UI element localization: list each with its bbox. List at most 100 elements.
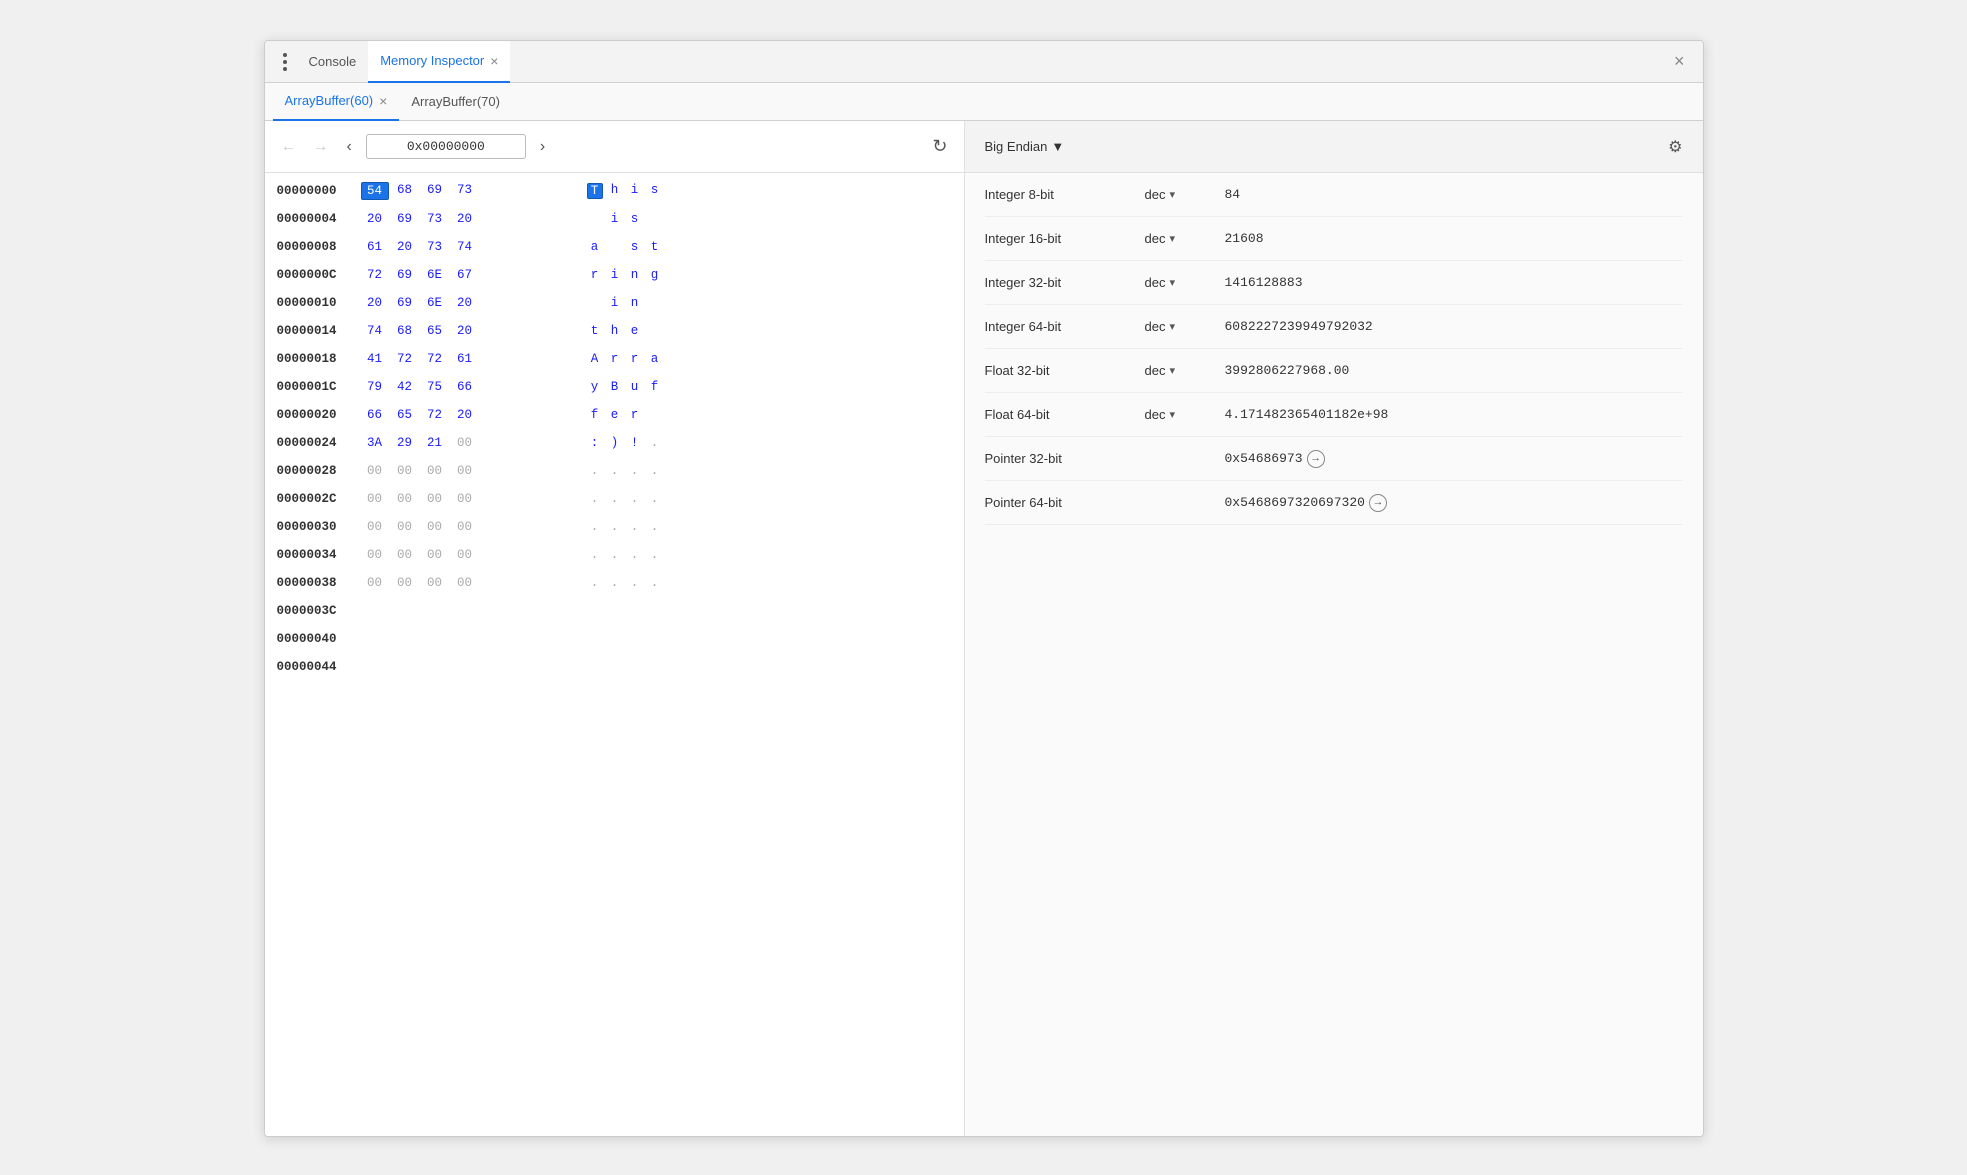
hex-byte[interactable]: 00 xyxy=(421,575,449,591)
ascii-char[interactable]: . xyxy=(587,492,603,506)
hex-byte[interactable]: 6E xyxy=(421,295,449,311)
hex-byte[interactable]: 72 xyxy=(361,267,389,283)
ascii-char[interactable]: . xyxy=(627,548,643,562)
ascii-char[interactable]: . xyxy=(587,548,603,562)
hex-byte[interactable]: 74 xyxy=(361,323,389,339)
hex-byte[interactable]: 42 xyxy=(391,379,419,395)
inspector-pointer-link-ptr32[interactable]: → xyxy=(1307,450,1325,468)
ascii-char[interactable]: e xyxy=(607,408,623,422)
ascii-char[interactable]: . xyxy=(607,492,623,506)
hex-byte[interactable]: 00 xyxy=(421,463,449,479)
ascii-char[interactable]: A xyxy=(587,352,603,366)
close-window-button[interactable]: × xyxy=(1666,51,1693,72)
inspector-format-dropdown-float64[interactable]: ▾ xyxy=(1169,408,1175,421)
hex-byte[interactable]: 00 xyxy=(451,547,479,563)
hex-byte[interactable]: 20 xyxy=(391,239,419,255)
hex-byte[interactable]: 00 xyxy=(391,575,419,591)
ascii-char[interactable]: . xyxy=(607,520,623,534)
hex-byte[interactable]: 00 xyxy=(361,463,389,479)
inspector-format-dropdown-int8[interactable]: ▾ xyxy=(1169,188,1175,201)
ascii-char[interactable]: a xyxy=(587,240,603,254)
ascii-char[interactable]: . xyxy=(607,464,623,478)
hex-byte[interactable]: 20 xyxy=(361,295,389,311)
ascii-char[interactable]: r xyxy=(607,352,623,366)
ascii-char[interactable]: B xyxy=(607,380,623,394)
hex-byte[interactable]: 67 xyxy=(451,267,479,283)
ascii-char[interactable]: g xyxy=(647,268,663,282)
hex-byte[interactable]: 20 xyxy=(451,323,479,339)
ascii-char[interactable]: i xyxy=(607,268,623,282)
hex-byte[interactable]: 6E xyxy=(421,267,449,283)
hex-byte[interactable]: 65 xyxy=(421,323,449,339)
ascii-char[interactable]: s xyxy=(647,183,663,199)
inspector-format-dropdown-float32[interactable]: ▾ xyxy=(1169,364,1175,377)
hex-byte[interactable]: 61 xyxy=(451,351,479,367)
ascii-char[interactable]: s xyxy=(627,212,643,226)
ascii-char[interactable]: r xyxy=(587,268,603,282)
hex-byte[interactable]: 69 xyxy=(391,295,419,311)
ascii-char[interactable]: . xyxy=(627,520,643,534)
ascii-char[interactable]: s xyxy=(627,240,643,254)
hex-byte[interactable]: 69 xyxy=(421,182,449,200)
hex-byte[interactable]: 61 xyxy=(361,239,389,255)
hex-byte[interactable]: 00 xyxy=(451,463,479,479)
hex-byte[interactable]: 00 xyxy=(361,575,389,591)
settings-button[interactable]: ⚙ xyxy=(1668,137,1682,157)
hex-byte[interactable]: 72 xyxy=(421,407,449,423)
ascii-char[interactable]: . xyxy=(587,520,603,534)
inspector-pointer-link-ptr64[interactable]: → xyxy=(1369,494,1387,512)
endian-dropdown-button[interactable]: ▼ xyxy=(1051,139,1064,154)
hex-byte[interactable]: 66 xyxy=(361,407,389,423)
ascii-char[interactable]: n xyxy=(627,296,643,310)
hex-byte[interactable]: 3A xyxy=(361,435,389,451)
hex-byte[interactable]: 68 xyxy=(391,323,419,339)
hex-byte[interactable]: 73 xyxy=(451,182,479,200)
ascii-char[interactable]: a xyxy=(647,352,663,366)
hex-byte[interactable]: 54 xyxy=(361,182,389,200)
ascii-char[interactable]: . xyxy=(647,520,663,534)
hex-byte[interactable]: 29 xyxy=(391,435,419,451)
ascii-char[interactable]: . xyxy=(587,464,603,478)
hex-byte[interactable]: 00 xyxy=(451,435,479,451)
menu-dots-button[interactable] xyxy=(273,47,297,77)
hex-byte[interactable]: 20 xyxy=(451,295,479,311)
ascii-char[interactable]: . xyxy=(647,576,663,590)
ascii-char[interactable]: . xyxy=(627,492,643,506)
ascii-char[interactable]: t xyxy=(647,240,663,254)
ascii-char[interactable]: h xyxy=(607,183,623,199)
hex-byte[interactable]: 72 xyxy=(391,351,419,367)
hex-byte[interactable]: 72 xyxy=(421,351,449,367)
refresh-button[interactable]: ↻ xyxy=(928,132,951,161)
ascii-char[interactable]: . xyxy=(647,464,663,478)
hex-byte[interactable]: 73 xyxy=(421,211,449,227)
ascii-char[interactable] xyxy=(587,212,603,226)
next-page-button[interactable]: › xyxy=(534,134,551,160)
hex-byte[interactable]: 68 xyxy=(391,182,419,200)
ascii-char[interactable]: e xyxy=(627,324,643,338)
hex-byte[interactable]: 41 xyxy=(361,351,389,367)
ascii-char[interactable] xyxy=(647,408,663,422)
hex-byte[interactable]: 00 xyxy=(391,519,419,535)
hex-byte[interactable]: 00 xyxy=(361,491,389,507)
hex-byte[interactable]: 20 xyxy=(451,211,479,227)
sub-tab-arraybuffer-60[interactable]: ArrayBuffer(60) × xyxy=(273,83,400,121)
ascii-char[interactable]: . xyxy=(647,548,663,562)
tab-memory-inspector-close[interactable]: × xyxy=(490,54,498,68)
hex-byte[interactable]: 00 xyxy=(391,491,419,507)
ascii-char[interactable]: . xyxy=(647,436,663,450)
inspector-format-dropdown-int32[interactable]: ▾ xyxy=(1169,276,1175,289)
hex-byte[interactable]: 00 xyxy=(451,575,479,591)
hex-byte[interactable]: 00 xyxy=(451,491,479,507)
ascii-char[interactable]: ) xyxy=(607,436,623,450)
ascii-char[interactable]: . xyxy=(627,576,643,590)
hex-byte[interactable]: 21 xyxy=(421,435,449,451)
inspector-format-dropdown-int16[interactable]: ▾ xyxy=(1169,232,1175,245)
ascii-char[interactable]: n xyxy=(627,268,643,282)
inspector-format-dropdown-int64[interactable]: ▾ xyxy=(1169,320,1175,333)
ascii-char[interactable]: . xyxy=(607,576,623,590)
ascii-char[interactable]: h xyxy=(607,324,623,338)
address-input[interactable] xyxy=(366,134,526,159)
hex-byte[interactable]: 73 xyxy=(421,239,449,255)
ascii-char[interactable] xyxy=(587,296,603,310)
ascii-char[interactable] xyxy=(647,296,663,310)
